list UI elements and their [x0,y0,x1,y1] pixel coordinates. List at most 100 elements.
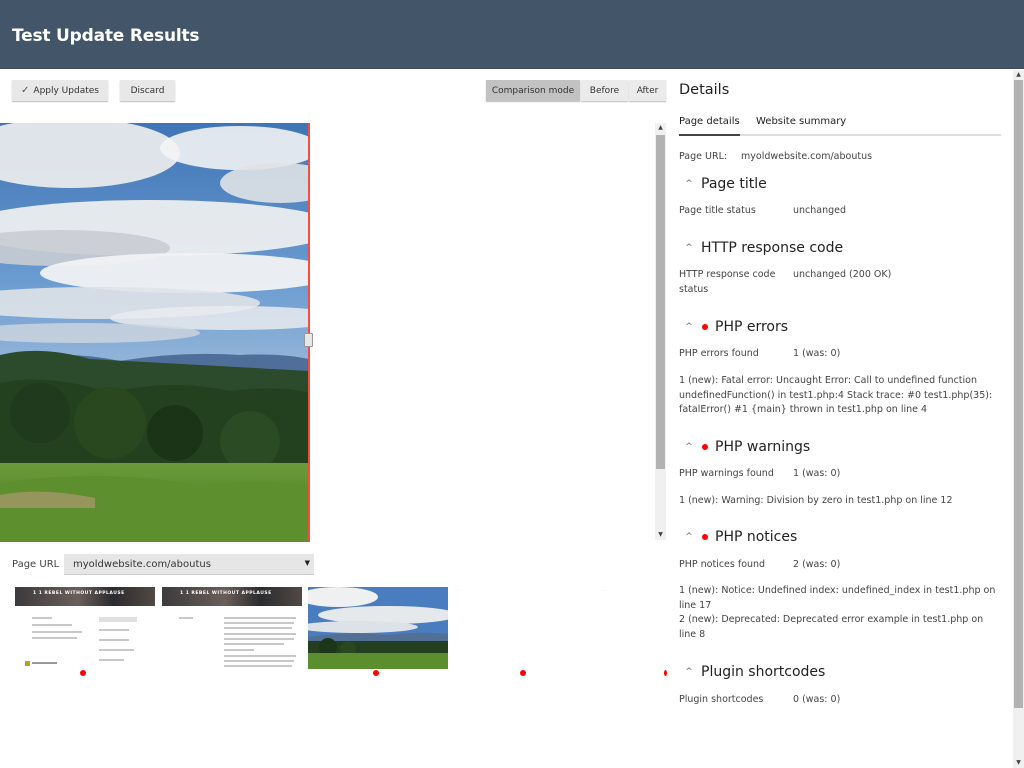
dropdown-caret-icon: ▼ [304,559,310,567]
before-screenshot-image [0,123,309,542]
thumbnail-text-line [99,629,129,631]
page-url-value: myoldwebsite.com/aboutus [741,151,873,162]
thumbnail-banner-text: 1 1 REBEL WITHOUT APPLAUSE [180,591,272,596]
details-tabs: Page details Website summary [679,116,1001,136]
thumbnail-text-line [224,622,294,624]
thumbnail-text-line [99,639,129,641]
page-thumbnail[interactable]: 1 1 REBEL WITHOUT APPLAUSE [162,587,302,669]
issue-dot-icon [702,534,708,540]
status-key: PHP errors found [679,348,759,359]
chevron-up-icon: ^ [685,179,693,189]
page-thumbnail[interactable]: ····· [455,587,595,669]
scroll-up-arrow-icon[interactable]: ▲ [655,123,666,133]
page-url-select[interactable]: myoldwebsite.com/aboutus ▼ [64,554,314,575]
chevron-up-icon: ^ [685,322,693,332]
issue-dot-icon [702,444,708,450]
status-key: Plugin shortcodes [679,694,764,705]
apply-updates-button[interactable]: ✓ Apply Updates [12,80,108,101]
discard-button[interactable]: Discard [120,80,175,101]
thumbnail-banner: 1 1 REBEL WITHOUT APPLAUSE [162,587,302,606]
status-value: 1 (was: 0) [793,348,841,359]
before-tab[interactable]: Before [581,80,628,101]
thumbnail-text-line [32,624,72,626]
issue-dot-icon [702,324,708,330]
section-http-header[interactable]: ^ HTTP response code [679,238,843,258]
status-key: PHP warnings found [679,468,774,479]
thumbnail-text-line [179,617,193,619]
php-notice-message: 1 (new): Notice: Undefined index: undefi… [679,585,996,611]
page-thumbnail[interactable]: ····· [601,587,666,669]
thumbnail-issue-dot [80,670,86,676]
thumbnail-banner-text: 1 1 REBEL WITHOUT APPLAUSE [33,591,125,596]
thumbnail-text-line [224,655,296,657]
php-warning-message: 1 (new): Warning: Division by zero in te… [679,495,953,506]
section-title: Page title [701,176,767,192]
section-php-notices-header[interactable]: ^ PHP notices [679,527,797,547]
section-title: HTTP response code [701,240,844,256]
preview-scrollbar[interactable]: ▲ ▼ [655,123,666,540]
page-thumbnail[interactable]: 1 1 REBEL WITHOUT APPLAUSE [15,587,155,669]
chevron-up-icon: ^ [685,243,693,253]
status-key: PHP notices found [679,559,766,570]
thumbnail-text-line [32,637,77,639]
thumbnail-search-box [99,617,137,622]
chevron-up-icon: ^ [685,532,693,542]
thumbnail-blank-label: ····· [602,588,607,592]
chevron-up-icon: ^ [685,442,693,452]
apply-updates-label: Apply Updates [33,85,99,96]
thumbnail-text-line [32,631,82,633]
thumbnail-landscape-image [308,587,448,669]
scroll-up-arrow-icon[interactable]: ▲ [1013,70,1024,80]
status-value: unchanged (200 OK) [793,269,892,280]
thumbnail-text-line [224,649,254,651]
thumbnail-text-line [224,660,294,662]
page-url-row: Page URL [12,554,69,575]
page-url-key: Page URL: [679,151,728,162]
section-page-title-header[interactable]: ^ Page title [679,174,767,194]
page-scrollbar[interactable]: ▲ ▼ [1013,70,1024,768]
thumbnail-text-line [224,638,294,640]
section-php-warnings-header[interactable]: ^ PHP warnings [679,437,810,457]
thumbnail-text-line [224,633,296,635]
php-notice-message: 2 (new): Deprecated: Deprecated error ex… [679,614,984,640]
status-key-cont: status [679,284,709,295]
thumbnail-text-line [224,643,284,645]
scroll-down-arrow-icon[interactable]: ▼ [1013,758,1024,768]
page-title: Test Update Results [12,26,200,46]
thumbnail-banner: 1 1 REBEL WITHOUT APPLAUSE [15,587,155,606]
section-title: PHP notices [715,529,798,545]
split-drag-handle[interactable] [304,333,313,347]
page-thumbnail[interactable] [308,587,448,669]
page-url-label: Page URL [12,559,60,570]
page-url-selected-value: myoldwebsite.com/aboutus [73,558,211,570]
scrollbar-thumb[interactable] [656,135,665,469]
thumbnail-avatar [25,661,30,666]
thumbnail-text-line [99,659,124,661]
chevron-up-icon: ^ [685,667,693,677]
status-key: HTTP response code [679,269,776,280]
status-value: unchanged [793,205,847,216]
section-title: PHP warnings [715,439,811,455]
scrollbar-thumb[interactable] [1014,80,1023,708]
tab-page-details[interactable]: Page details [679,116,740,136]
thumbnail-issue-dot [373,670,379,676]
thumbnail-text-line [32,617,52,619]
section-plugin-shortcodes-header[interactable]: ^ Plugin shortcodes [679,662,825,682]
section-title: Plugin shortcodes [701,664,826,680]
thumbnail-blank-label: ····· [456,588,461,592]
section-php-errors-header[interactable]: ^ PHP errors [679,317,788,337]
scroll-down-arrow-icon[interactable]: ▼ [655,530,666,540]
status-value: 1 (was: 0) [793,468,841,479]
thumbnail-text-line [224,627,292,629]
thumbnail-text-line [32,662,57,664]
comparison-preview: 0./wp1.wk.ru/httpdocs/.wp-toolkit_M/test… [0,123,666,542]
php-error-message: 1 (new): Fatal error: Uncaught Error: Ca… [679,375,993,415]
thumbnail-text-line [224,665,292,667]
thumbnail-issue-dot [520,670,526,676]
thumbnail-issue-dot [664,670,667,676]
status-key: Page title status [679,205,756,216]
after-tab[interactable]: After [629,80,666,101]
details-title: Details [679,82,730,98]
tab-website-summary[interactable]: Website summary [756,116,846,136]
comparison-mode-tab[interactable]: Comparison mode [486,80,580,101]
